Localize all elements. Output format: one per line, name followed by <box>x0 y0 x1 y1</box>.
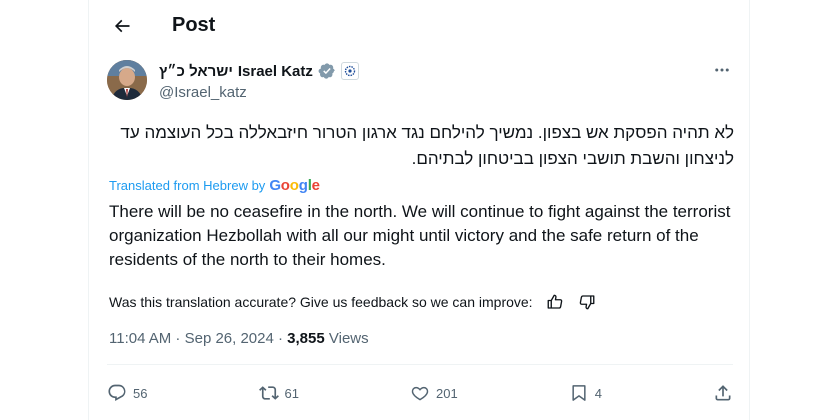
like-count: 201 <box>436 385 458 401</box>
repost-icon <box>258 386 279 400</box>
views-label: Views <box>324 330 369 347</box>
bookmark-button[interactable]: 4 <box>569 383 602 403</box>
bookmark-count: 4 <box>594 385 602 401</box>
post-page: Post ישראל כ״ץ Israel Katz @Israel_katz … <box>88 0 750 420</box>
author-name[interactable]: Israel Katz <box>238 63 313 80</box>
feedback-prompt: Was this translation accurate? Give us f… <box>109 294 533 310</box>
reply-icon <box>108 384 126 401</box>
share-icon <box>715 385 731 401</box>
repost-count: 61 <box>284 385 299 401</box>
share-button[interactable] <box>713 383 733 403</box>
heart-icon <box>411 386 429 401</box>
translation-feedback: Was this translation accurate? Give us f… <box>109 292 597 312</box>
author-name-row[interactable]: ישראל כ״ץ Israel Katz <box>159 60 359 82</box>
arrow-left-icon <box>114 19 130 33</box>
author-handle[interactable]: @Israel_katz <box>159 84 247 101</box>
top-bar: Post <box>89 0 749 52</box>
author-name-hebrew[interactable]: ישראל כ״ץ <box>159 63 233 80</box>
thumbs-up-button[interactable] <box>545 292 565 312</box>
avatar[interactable] <box>107 60 147 100</box>
translated-from-label: Translated from Hebrew by <box>109 178 266 193</box>
government-emblem-icon <box>340 62 359 80</box>
reply-button[interactable]: 56 <box>107 383 147 403</box>
more-options-button[interactable] <box>709 60 735 80</box>
thumbs-up-icon <box>547 294 562 309</box>
post-meta: 11:04 AM · Sep 26, 2024 · 3,855 Views <box>109 330 369 347</box>
reply-count: 56 <box>133 385 148 401</box>
post-text-hebrew: לא תהיה הפסקת אש בצפון. נמשיך להילחם נגד… <box>120 123 734 168</box>
repost-button[interactable]: 61 <box>258 383 299 403</box>
thumbs-down-button[interactable] <box>577 292 597 312</box>
translation-attribution[interactable]: Translated from Hebrew by Google <box>109 177 320 194</box>
action-bar: 56 61 201 4 <box>107 383 733 403</box>
page-title: Post <box>172 14 216 36</box>
bookmark-icon <box>572 385 586 401</box>
back-button[interactable] <box>109 13 135 39</box>
verified-badge-icon <box>318 63 335 79</box>
google-logo: Google <box>269 177 320 194</box>
like-button[interactable]: 201 <box>410 383 458 403</box>
thumbs-down-icon <box>579 295 595 310</box>
more-icon <box>715 68 729 72</box>
views-count: 3,855 <box>287 330 325 347</box>
divider <box>107 364 733 365</box>
post-timestamp[interactable]: 11:04 AM · Sep 26, 2024 · <box>109 330 287 347</box>
post-text-english: There will be no ceasefire in the north.… <box>109 202 731 269</box>
